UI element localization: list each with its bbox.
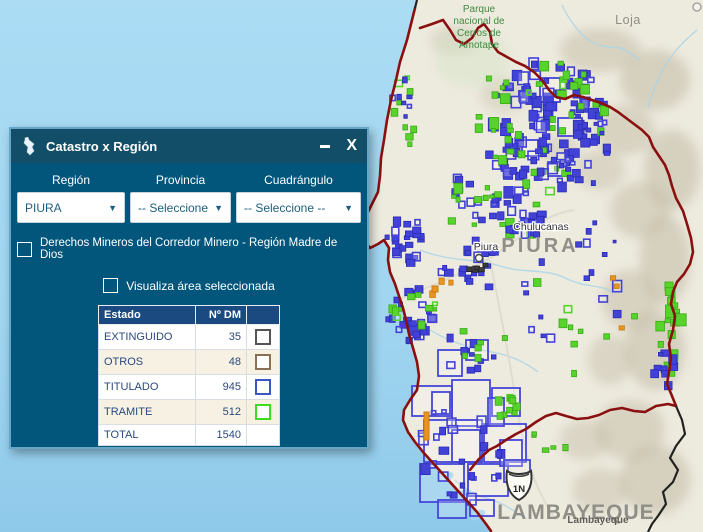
total-empty <box>247 425 280 446</box>
region-value: PIURA <box>25 201 62 215</box>
table-row: TITULADO945 <box>99 375 280 400</box>
app-window: Parquenacional deCerros deAmotapeLojaChu… <box>0 0 703 532</box>
chevron-down-icon: ▼ <box>108 203 117 213</box>
minimize-button[interactable] <box>320 145 330 148</box>
region-dropdown[interactable]: PIURA ▼ <box>17 192 125 223</box>
estado-cell: TITULADO <box>99 375 196 400</box>
provincia-label: Provincia <box>130 173 231 187</box>
cuadrangulo-dropdown[interactable]: -- Seleccione -- ▼ <box>236 192 361 223</box>
corredor-minero-row: Derechos Mineros del Corredor Minero - R… <box>17 237 361 261</box>
chevron-down-icon: ▼ <box>214 203 223 213</box>
filter-row: Región PIURA ▼ Provincia -- Seleccione -… <box>17 173 361 223</box>
table-row: TRAMITE512 <box>99 400 280 425</box>
map-label: PIURA <box>501 235 578 257</box>
dialog-titlebar[interactable]: Catastro x Región X <box>11 129 367 163</box>
field-cuadrangulo: Cuadrángulo -- Seleccione -- ▼ <box>236 173 361 223</box>
estado-cell: TRAMITE <box>99 400 196 425</box>
col-checkbox <box>247 306 280 325</box>
chevron-down-icon: ▼ <box>344 203 353 213</box>
table-row-total: TOTAL1540 <box>99 425 280 446</box>
row-checkbox-titulado[interactable] <box>255 379 271 395</box>
route-shield-label: 1N <box>513 484 525 495</box>
cuadrangulo-label: Cuadrángulo <box>236 173 361 187</box>
estado-cell: EXTINGUIDO <box>99 325 196 350</box>
close-button[interactable]: X <box>346 138 357 154</box>
corredor-minero-checkbox[interactable] <box>17 242 32 257</box>
col-dm: Nº DM <box>196 306 247 325</box>
region-label: Región <box>17 173 125 187</box>
field-provincia: Provincia -- Seleccione -- ▼ <box>130 173 231 223</box>
checkbox-cell <box>247 400 280 425</box>
checkbox-cell <box>247 350 280 375</box>
dm-cell: 48 <box>196 350 247 375</box>
cuadrangulo-value: -- Seleccione -- <box>244 201 325 215</box>
estado-cell: OTROS <box>99 350 196 375</box>
checkbox-cell <box>247 325 280 350</box>
dm-cell: 35 <box>196 325 247 350</box>
visualiza-area-row: Visualiza área seleccionada <box>17 278 361 293</box>
peru-map-icon <box>21 137 36 156</box>
dialog-title: Catastro x Región <box>46 139 320 154</box>
checkbox-cell <box>247 375 280 400</box>
table-row: OTROS48 <box>99 350 280 375</box>
dialog-body: Región PIURA ▼ Provincia -- Seleccione -… <box>11 163 367 454</box>
map-label: Chulucanas <box>513 221 568 233</box>
field-region: Región PIURA ▼ <box>17 173 125 223</box>
map-label: Piura <box>474 241 499 253</box>
row-checkbox-tramite[interactable] <box>255 404 271 420</box>
map-label: Loja <box>615 13 641 27</box>
row-checkbox-extinguido[interactable] <box>255 329 271 345</box>
provincia-value: -- Seleccione -- <box>138 201 210 215</box>
visualiza-area-checkbox[interactable] <box>103 278 118 293</box>
piura-city-marker <box>476 255 483 262</box>
border-town-marker <box>693 3 701 11</box>
provincia-dropdown[interactable]: -- Seleccione -- ▼ <box>130 192 231 223</box>
map-label: Lambayeque <box>567 515 629 526</box>
corredor-minero-label: Derechos Mineros del Corredor Minero - R… <box>40 237 361 261</box>
row-checkbox-otros[interactable] <box>255 354 271 370</box>
dm-cell: 945 <box>196 375 247 400</box>
visualiza-area-label: Visualiza área seleccionada <box>126 279 275 293</box>
catastro-dialog: Catastro x Región X Región PIURA ▼ Provi… <box>9 127 369 449</box>
dm-cell: 512 <box>196 400 247 425</box>
estado-table: Estado Nº DM EXTINGUIDO35OTROS48TITULADO… <box>98 305 280 446</box>
total-label: TOTAL <box>99 425 196 446</box>
table-row: EXTINGUIDO35 <box>99 325 280 350</box>
col-estado: Estado <box>99 306 196 325</box>
total-value: 1540 <box>196 425 247 446</box>
